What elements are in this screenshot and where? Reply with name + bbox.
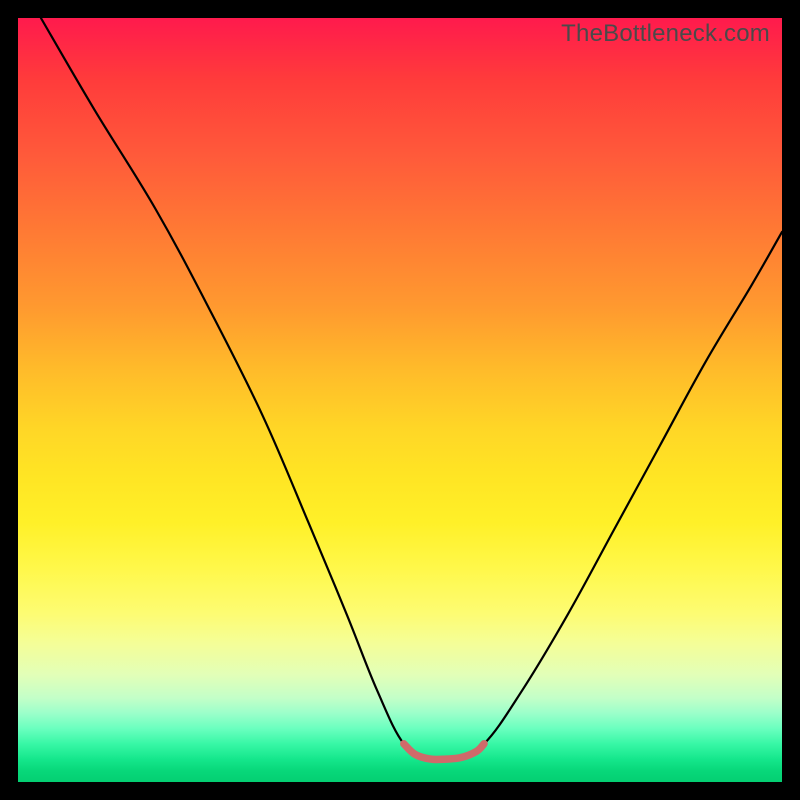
chart-svg (18, 18, 782, 782)
plot-area: TheBottleneck.com (18, 18, 782, 782)
chart-frame: TheBottleneck.com (0, 0, 800, 800)
optimal-band (404, 744, 484, 760)
bottleneck-curve (41, 18, 782, 761)
